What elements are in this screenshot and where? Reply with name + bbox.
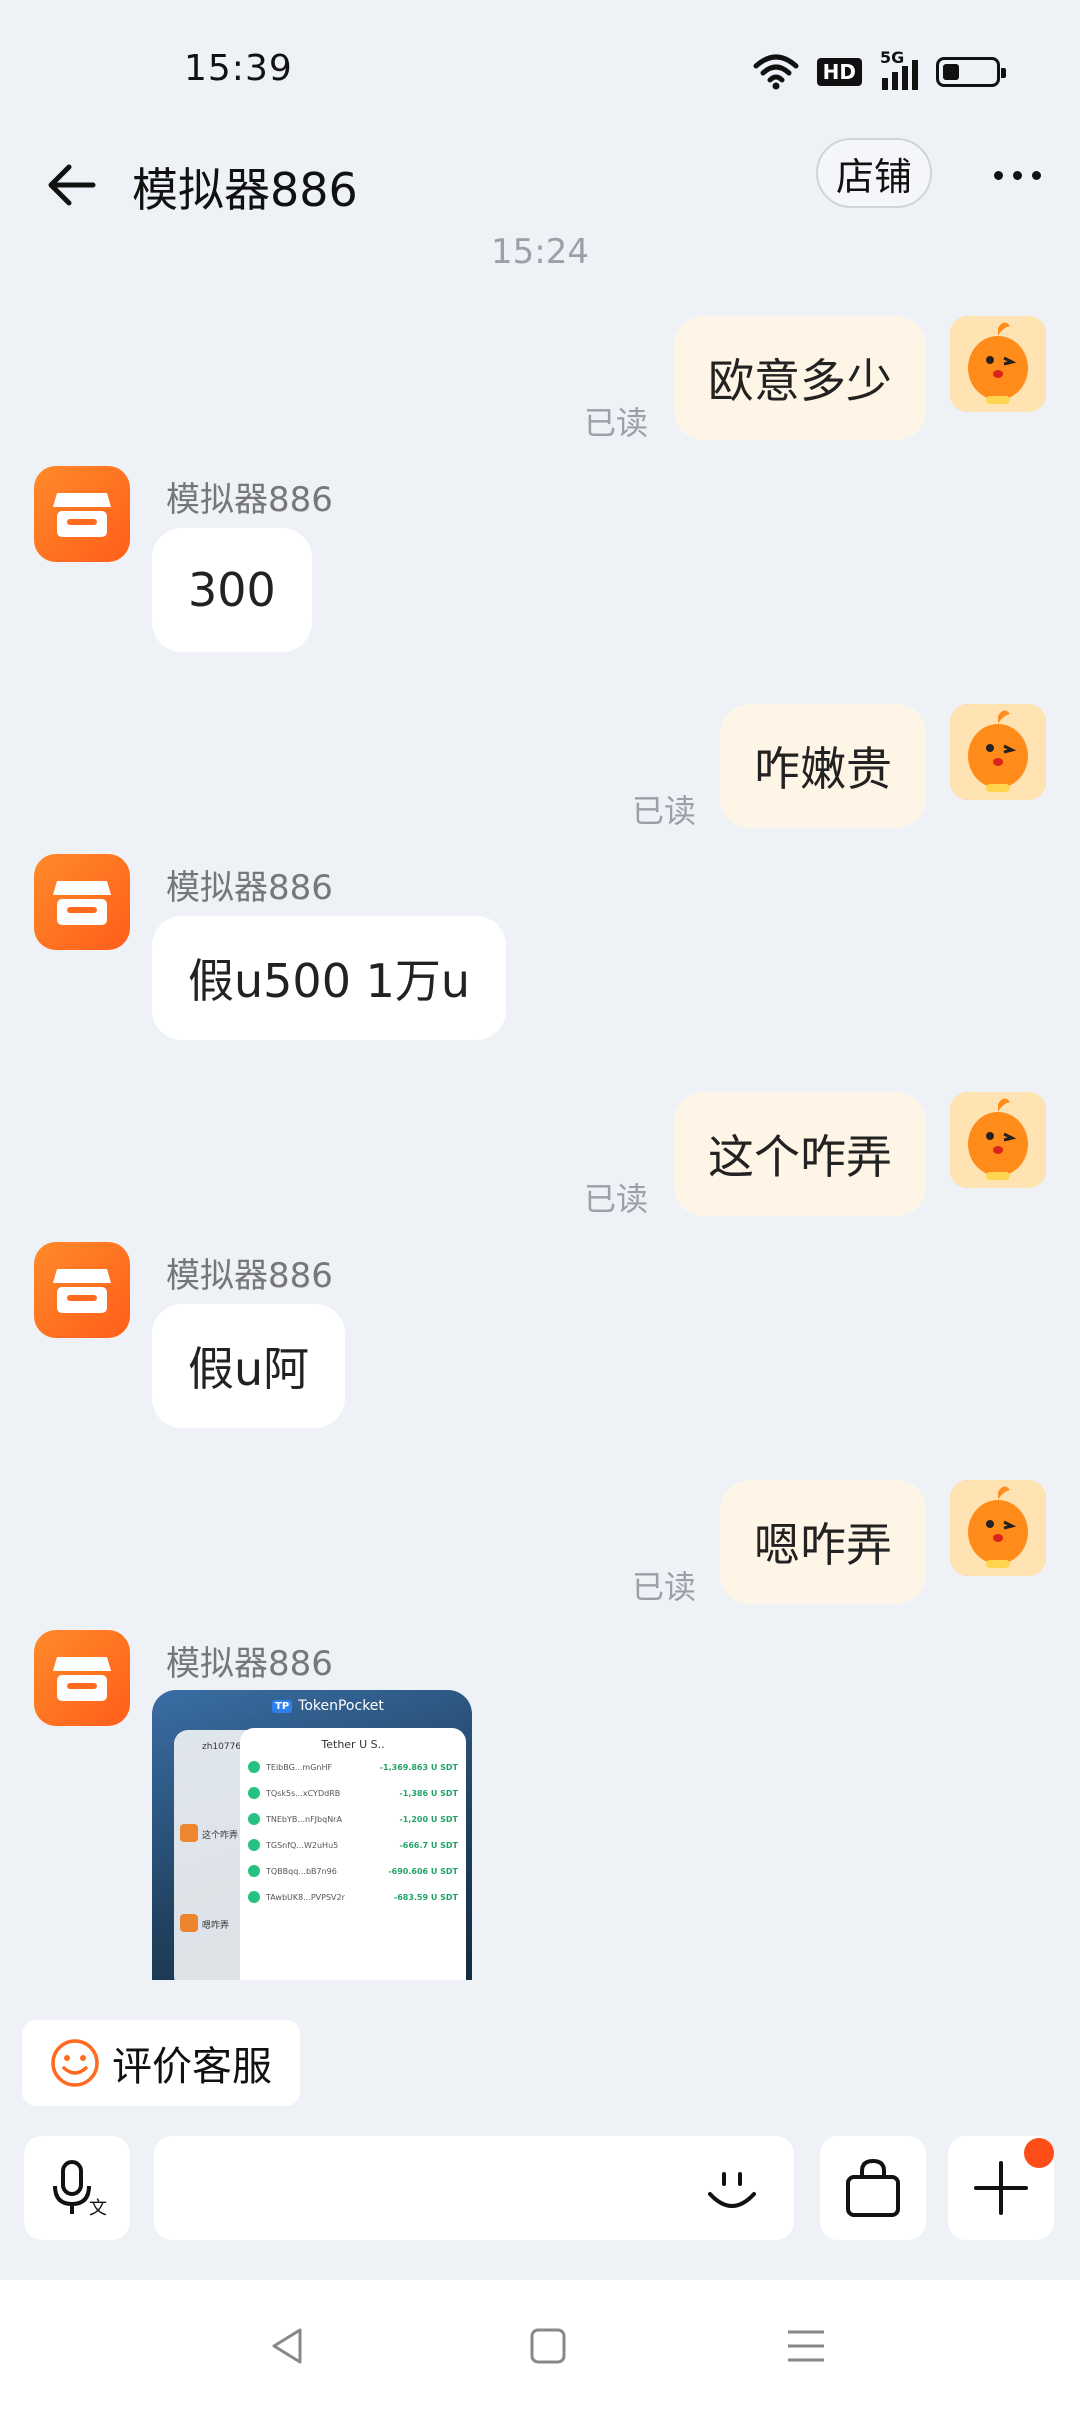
- sender-name: 模拟器886: [166, 1256, 333, 1296]
- transaction-row: TEibBG...mGnHF -1,369.863 U SDT: [248, 1761, 458, 1773]
- my-message-bubble[interactable]: 欧意多少: [674, 316, 926, 440]
- nav-menu-icon: [788, 2330, 824, 2362]
- smile-icon: [51, 2039, 99, 2087]
- shopping-bag-icon: [846, 2158, 900, 2217]
- wifi-icon: [753, 54, 799, 90]
- voice-input-button[interactable]: 文: [24, 2136, 130, 2240]
- store-icon: [53, 1269, 111, 1313]
- my-message-bubble[interactable]: 咋嫩贵: [720, 704, 926, 828]
- my-message-bubble[interactable]: 这个咋弄: [674, 1092, 926, 1216]
- store-icon: [53, 493, 111, 537]
- emoji-button[interactable]: [696, 2154, 768, 2226]
- status-icons: HD 5G: [753, 48, 1006, 92]
- sender-name: 模拟器886: [166, 868, 333, 908]
- my-message-bubble[interactable]: 嗯咋弄: [720, 1480, 926, 1604]
- read-receipt: 已读: [632, 1568, 697, 1606]
- my-avatar[interactable]: [950, 704, 1046, 800]
- notification-dot: [1024, 2138, 1054, 2168]
- chat-header: 模拟器886 店铺: [0, 130, 1080, 240]
- image-app-name: TokenPocket: [298, 1698, 384, 1714]
- transaction-row: TQsk5s...xCYDdRB -1,386 U SDT: [248, 1787, 458, 1799]
- plus-icon: [974, 2161, 1028, 2215]
- read-receipt: 已读: [584, 404, 649, 442]
- image-chat-msg: 嗯咋弄: [202, 1921, 230, 1931]
- shop-message-bubble[interactable]: 假u阿: [152, 1304, 346, 1428]
- nav-home-icon: [530, 2328, 566, 2364]
- store-icon: [53, 1657, 111, 1701]
- chat-timestamp: 15:24: [491, 232, 589, 272]
- shop-avatar[interactable]: [34, 1242, 130, 1338]
- store-icon: [53, 881, 111, 925]
- system-nav-bar: [0, 2280, 1080, 2412]
- transaction-row: TGSnfQ...W2uHu5 -666.7 U SDT: [248, 1839, 458, 1851]
- my-avatar[interactable]: [950, 1092, 1046, 1188]
- image-message[interactable]: TP TokenPocket zh107761 这个咋弄 嗯咋弄 Tether …: [152, 1690, 472, 1980]
- image-chat-avatar: [180, 1824, 198, 1842]
- evaluate-label: 评价客服: [112, 2044, 272, 2090]
- mascot-avatar-icon: [950, 316, 1046, 412]
- sender-name: 模拟器886: [166, 480, 333, 520]
- svg-text:文: 文: [89, 2198, 107, 2219]
- nav-home-button[interactable]: [518, 2316, 578, 2376]
- shop-message-bubble[interactable]: 300: [152, 528, 312, 652]
- back-arrow-icon: [48, 164, 96, 206]
- more-button[interactable]: [982, 150, 1052, 200]
- mascot-avatar-icon: [950, 1480, 1046, 1576]
- my-avatar[interactable]: [950, 316, 1046, 412]
- image-app-bar: TP TokenPocket: [272, 1698, 384, 1714]
- transaction-row: TQBBqq...bB7n96 -690.606 U SDT: [248, 1865, 458, 1877]
- read-receipt: 已读: [584, 1180, 649, 1218]
- emoji-face-icon: [708, 2172, 756, 2208]
- nav-back-button[interactable]: [258, 2316, 318, 2376]
- shop-avatar[interactable]: [34, 1630, 130, 1726]
- status-time: 15:39: [184, 48, 293, 89]
- shop-avatar[interactable]: [34, 854, 130, 950]
- evaluate-service-button[interactable]: 评价客服: [22, 2020, 300, 2106]
- nav-back-icon: [272, 2328, 302, 2364]
- image-chat-avatar: [180, 1914, 198, 1932]
- network-label: 5G: [880, 48, 905, 67]
- status-bar: 15:39 HD 5G: [0, 0, 1080, 140]
- back-button[interactable]: [36, 150, 106, 220]
- shop-button[interactable]: 店铺: [816, 138, 932, 208]
- shopping-bag-button[interactable]: [820, 2136, 926, 2240]
- transaction-row: TNEbYB...nFJbqNrA -1,200 U SDT: [248, 1813, 458, 1825]
- nav-menu-button[interactable]: [776, 2316, 836, 2376]
- more-dots-icon: [993, 170, 1003, 180]
- read-receipt: 已读: [632, 792, 697, 830]
- sender-name: 模拟器886: [166, 1644, 333, 1684]
- voice-to-text-icon: 文: [53, 2160, 107, 2219]
- shop-message-bubble[interactable]: 假u500 1万u: [152, 916, 506, 1040]
- input-toolbar: 文: [0, 2128, 1080, 2248]
- mascot-avatar-icon: [950, 704, 1046, 800]
- transaction-row: TAwbUK8...PVPSV2r -683.59 U SDT: [248, 1891, 458, 1903]
- battery-icon: [936, 57, 1006, 87]
- image-chat-msg: 这个咋弄: [202, 1831, 239, 1841]
- mascot-avatar-icon: [950, 1092, 1046, 1188]
- shop-avatar[interactable]: [34, 466, 130, 562]
- image-wallet-card: Tether U S.. TEibBG...mGnHF -1,369.863 U …: [240, 1728, 466, 1980]
- signal-icon: 5G: [880, 48, 918, 90]
- hd-badge: HD: [816, 58, 862, 86]
- image-screen-title: Tether U S..: [321, 1738, 385, 1751]
- page-title: 模拟器886: [132, 163, 358, 217]
- my-avatar[interactable]: [950, 1480, 1046, 1576]
- tokenpocket-logo: TP: [272, 1699, 293, 1713]
